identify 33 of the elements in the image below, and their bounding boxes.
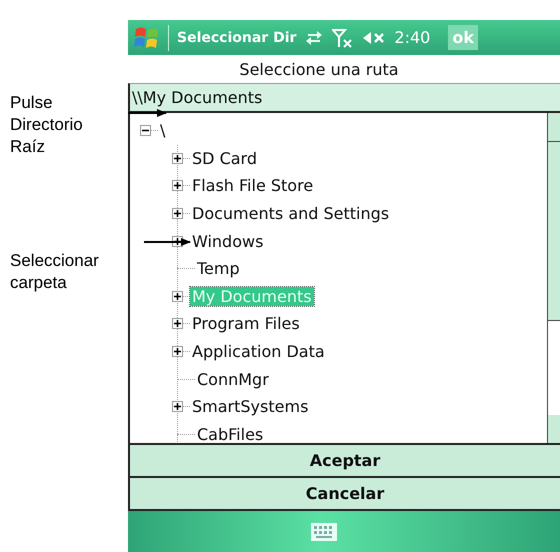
sync-arrows-icon[interactable]	[304, 30, 324, 46]
antenna-off-icon[interactable]	[332, 28, 354, 48]
pointer-arrow	[144, 238, 191, 246]
plus-icon[interactable]	[172, 208, 183, 220]
folder-item[interactable]: Windows	[190, 232, 266, 251]
window-title: Seleccionar Dir	[177, 30, 296, 46]
folder-item[interactable]: ConnMgr	[195, 370, 271, 389]
minus-icon[interactable]	[140, 125, 151, 136]
plus-icon[interactable]	[172, 180, 183, 192]
plus-icon[interactable]	[172, 318, 183, 330]
folder-item[interactable]: SD Card	[190, 148, 259, 168]
plus-icon[interactable]	[172, 401, 183, 412]
prompt-text: Seleccione una ruta	[238, 58, 400, 80]
plus-icon[interactable]	[172, 152, 183, 164]
plus-icon[interactable]	[172, 346, 183, 358]
clock-time: 2:40	[394, 28, 430, 47]
scrollbar[interactable]	[547, 113, 560, 443]
path-field: \\My Documents	[128, 83, 560, 113]
dialog-button[interactable]: Aceptar	[128, 443, 560, 476]
plus-icon[interactable]	[172, 290, 183, 302]
folder-item[interactable]: Temp	[195, 259, 242, 278]
folder-item[interactable]: Program Files	[190, 314, 302, 334]
pointer-arrow	[128, 109, 167, 117]
speaker-muted-icon[interactable]	[362, 30, 386, 46]
folder-item[interactable]: SmartSystems	[190, 397, 310, 416]
folder-item[interactable]: Flash File Store	[190, 176, 316, 196]
folder-item[interactable]: CabFiles	[195, 424, 266, 443]
folder-item[interactable]: Documents and Settings	[190, 204, 392, 224]
folder-item[interactable]: \	[158, 121, 168, 140]
folder-item[interactable]: Application Data	[190, 342, 327, 362]
annotation-text: Seleccionar carpeta	[10, 250, 99, 294]
dialog-button[interactable]: Cancelar	[128, 476, 560, 509]
annotation-text: Pulse Directorio Raíz	[10, 92, 83, 158]
